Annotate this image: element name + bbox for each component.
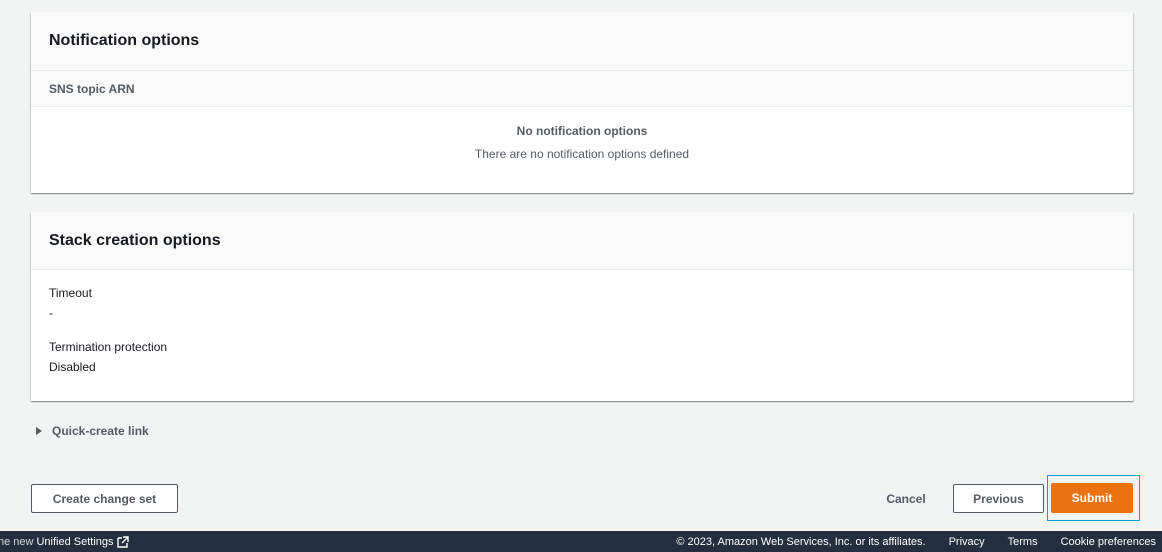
timeout-item: Timeout - <box>49 285 1115 321</box>
notification-empty-state: No notification options There are no not… <box>31 107 1133 162</box>
console-footer: he new Unified Settings © 2023, Amazon W… <box>0 531 1162 552</box>
termination-protection-value: Disabled <box>49 360 96 374</box>
termination-protection-label: Termination protection <box>49 340 168 354</box>
stack-creation-options-header: Stack creation options <box>31 212 1133 270</box>
notification-options-title: Notification options <box>49 32 200 49</box>
timeout-value: - <box>49 306 53 320</box>
previous-button[interactable]: Previous <box>953 484 1044 513</box>
stack-creation-options-panel: Stack creation options Timeout - Termina… <box>31 212 1133 401</box>
stack-creation-options-title: Stack creation options <box>49 231 221 249</box>
cookie-preferences-link[interactable]: Cookie preferences <box>1061 536 1156 548</box>
terms-link[interactable]: Terms <box>1008 536 1038 548</box>
timeout-label: Timeout <box>49 286 92 300</box>
stack-options-list: Timeout - Termination protection Disable… <box>31 270 1133 375</box>
create-change-set-button[interactable]: Create change set <box>31 484 178 513</box>
cancel-button[interactable]: Cancel <box>874 484 938 513</box>
external-link-icon <box>116 535 129 548</box>
privacy-link[interactable]: Privacy <box>949 536 985 548</box>
notification-options-header: Notification options <box>31 12 1133 71</box>
caret-right-icon <box>36 427 42 435</box>
footer-settings-notice: he new Unified Settings <box>0 536 129 548</box>
unified-settings-link[interactable]: Unified Settings <box>36 536 113 548</box>
footer-notice-prefix: he new <box>0 535 34 548</box>
quick-create-link-label: Quick-create link <box>52 424 149 438</box>
copyright-text: © 2023, Amazon Web Services, Inc. or its… <box>676 535 926 548</box>
footer-links: © 2023, Amazon Web Services, Inc. or its… <box>676 536 1156 548</box>
notification-options-panel: Notification options SNS topic ARN No no… <box>31 12 1133 193</box>
termination-protection-item: Termination protection Disabled <box>49 339 1115 375</box>
sns-topic-arn-column-header: SNS topic ARN <box>31 71 1133 107</box>
empty-state-description: There are no notification options define… <box>474 147 690 161</box>
quick-create-link-expander[interactable]: Quick-create link <box>36 424 149 438</box>
submit-button[interactable]: Submit <box>1051 483 1133 513</box>
empty-state-title: No notification options <box>516 124 648 138</box>
